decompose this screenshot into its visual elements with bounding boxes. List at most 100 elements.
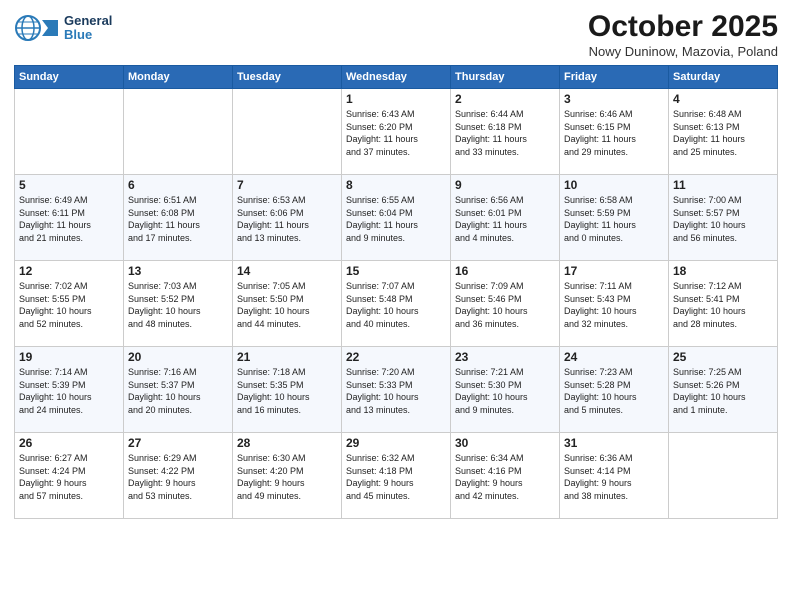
day-number: 8 (346, 178, 446, 192)
col-sunday: Sunday (15, 66, 124, 89)
calendar-cell: 18Sunrise: 7:12 AM Sunset: 5:41 PM Dayli… (669, 261, 778, 347)
day-info: Sunrise: 7:14 AM Sunset: 5:39 PM Dayligh… (19, 366, 119, 416)
day-info: Sunrise: 6:58 AM Sunset: 5:59 PM Dayligh… (564, 194, 664, 244)
day-info: Sunrise: 7:16 AM Sunset: 5:37 PM Dayligh… (128, 366, 228, 416)
day-info: Sunrise: 7:11 AM Sunset: 5:43 PM Dayligh… (564, 280, 664, 330)
calendar-header-row: Sunday Monday Tuesday Wednesday Thursday… (15, 66, 778, 89)
calendar-cell: 5Sunrise: 6:49 AM Sunset: 6:11 PM Daylig… (15, 175, 124, 261)
day-info: Sunrise: 6:43 AM Sunset: 6:20 PM Dayligh… (346, 108, 446, 158)
calendar-cell: 22Sunrise: 7:20 AM Sunset: 5:33 PM Dayli… (342, 347, 451, 433)
day-number: 10 (564, 178, 664, 192)
calendar-cell: 16 Sunrise: 7:09 AM Sunset: 5:46 PM Dayli… (451, 261, 560, 347)
day-info: Sunrise: 7:03 AM Sunset: 5:52 PM Dayligh… (128, 280, 228, 330)
calendar-week-1: 1 Sunrise: 6:43 AM Sunset: 6:20 PM Daylig… (15, 89, 778, 175)
calendar-cell: 14 Sunrise: 7:05 AM Sunset: 5:50 PM Dayli… (233, 261, 342, 347)
day-info: Sunrise: 7:21 AM Sunset: 5:30 PM Dayligh… (455, 366, 555, 416)
calendar-cell: 12Sunrise: 7:02 AM Sunset: 5:55 PM Dayli… (15, 261, 124, 347)
calendar-cell: 9 Sunrise: 6:56 AM Sunset: 6:01 PM Daylig… (451, 175, 560, 261)
day-number: 28 (237, 436, 337, 450)
day-info: Sunrise: 7:07 AM Sunset: 5:48 PM Dayligh… (346, 280, 446, 330)
day-info: Sunrise: 6:34 AM Sunset: 4:16 PM Dayligh… (455, 452, 555, 502)
day-info: Sunrise: 7:05 AM Sunset: 5:50 PM Dayligh… (237, 280, 337, 330)
day-info: Sunrise: 6:48 AM Sunset: 6:13 PM Dayligh… (673, 108, 773, 158)
calendar-cell: 28Sunrise: 6:30 AM Sunset: 4:20 PM Dayli… (233, 433, 342, 519)
day-info: Sunrise: 7:00 AM Sunset: 5:57 PM Dayligh… (673, 194, 773, 244)
calendar-cell: 7 Sunrise: 6:53 AM Sunset: 6:06 PM Daylig… (233, 175, 342, 261)
calendar-cell: 20 Sunrise: 7:16 AM Sunset: 5:37 PM Dayli… (124, 347, 233, 433)
calendar-cell: 6 Sunrise: 6:51 AM Sunset: 6:08 PM Daylig… (124, 175, 233, 261)
day-number: 1 (346, 92, 446, 106)
calendar-cell: 17 Sunrise: 7:11 AM Sunset: 5:43 PM Dayli… (560, 261, 669, 347)
day-info: Sunrise: 6:55 AM Sunset: 6:04 PM Dayligh… (346, 194, 446, 244)
month-title: October 2025 (588, 10, 778, 44)
calendar-cell: 3Sunrise: 6:46 AM Sunset: 6:15 PM Daylig… (560, 89, 669, 175)
day-number: 11 (673, 178, 773, 192)
logo-text: General Blue (64, 14, 112, 43)
calendar-cell: 2 Sunrise: 6:44 AM Sunset: 6:18 PM Daylig… (451, 89, 560, 175)
logo: General Blue (14, 10, 112, 46)
calendar-cell: 10 Sunrise: 6:58 AM Sunset: 5:59 PM Dayli… (560, 175, 669, 261)
day-info: Sunrise: 7:18 AM Sunset: 5:35 PM Dayligh… (237, 366, 337, 416)
calendar-cell: 23 Sunrise: 7:21 AM Sunset: 5:30 PM Dayli… (451, 347, 560, 433)
page: General Blue October 2025 Nowy Duninow, … (0, 0, 792, 612)
col-tuesday: Tuesday (233, 66, 342, 89)
calendar-cell: 24Sunrise: 7:23 AM Sunset: 5:28 PM Dayli… (560, 347, 669, 433)
day-number: 14 (237, 264, 337, 278)
day-info: Sunrise: 6:32 AM Sunset: 4:18 PM Dayligh… (346, 452, 446, 502)
day-info: Sunrise: 7:23 AM Sunset: 5:28 PM Dayligh… (564, 366, 664, 416)
calendar-cell: 29 Sunrise: 6:32 AM Sunset: 4:18 PM Dayli… (342, 433, 451, 519)
logo-line1: General (64, 14, 112, 28)
day-number: 25 (673, 350, 773, 364)
day-number: 16 (455, 264, 555, 278)
day-info: Sunrise: 7:09 AM Sunset: 5:46 PM Dayligh… (455, 280, 555, 330)
day-info: Sunrise: 6:49 AM Sunset: 6:11 PM Dayligh… (19, 194, 119, 244)
calendar-cell: 15 Sunrise: 7:07 AM Sunset: 5:48 PM Dayli… (342, 261, 451, 347)
header: General Blue October 2025 Nowy Duninow, … (14, 10, 778, 59)
day-number: 13 (128, 264, 228, 278)
logo-line2: Blue (64, 28, 112, 42)
calendar-cell: 11 Sunrise: 7:00 AM Sunset: 5:57 PM Dayli… (669, 175, 778, 261)
day-number: 7 (237, 178, 337, 192)
calendar-cell: 1 Sunrise: 6:43 AM Sunset: 6:20 PM Daylig… (342, 89, 451, 175)
day-info: Sunrise: 6:56 AM Sunset: 6:01 PM Dayligh… (455, 194, 555, 244)
calendar-week-5: 26Sunrise: 6:27 AM Sunset: 4:24 PM Dayli… (15, 433, 778, 519)
day-number: 20 (128, 350, 228, 364)
logo-icon (14, 10, 58, 46)
day-info: Sunrise: 7:12 AM Sunset: 5:41 PM Dayligh… (673, 280, 773, 330)
day-number: 27 (128, 436, 228, 450)
calendar-week-3: 12Sunrise: 7:02 AM Sunset: 5:55 PM Dayli… (15, 261, 778, 347)
col-thursday: Thursday (451, 66, 560, 89)
calendar-cell: 31 Sunrise: 6:36 AM Sunset: 4:14 PM Dayli… (560, 433, 669, 519)
day-number: 23 (455, 350, 555, 364)
day-info: Sunrise: 6:36 AM Sunset: 4:14 PM Dayligh… (564, 452, 664, 502)
calendar-cell: 26Sunrise: 6:27 AM Sunset: 4:24 PM Dayli… (15, 433, 124, 519)
calendar-cell (15, 89, 124, 175)
day-number: 6 (128, 178, 228, 192)
day-number: 15 (346, 264, 446, 278)
day-number: 12 (19, 264, 119, 278)
day-info: Sunrise: 7:25 AM Sunset: 5:26 PM Dayligh… (673, 366, 773, 416)
calendar-cell (233, 89, 342, 175)
day-number: 26 (19, 436, 119, 450)
calendar-cell: 30 Sunrise: 6:34 AM Sunset: 4:16 PM Dayli… (451, 433, 560, 519)
calendar-cell: 13 Sunrise: 7:03 AM Sunset: 5:52 PM Dayli… (124, 261, 233, 347)
location-subtitle: Nowy Duninow, Mazovia, Poland (588, 44, 778, 59)
day-info: Sunrise: 6:44 AM Sunset: 6:18 PM Dayligh… (455, 108, 555, 158)
calendar-cell: 21 Sunrise: 7:18 AM Sunset: 5:35 PM Dayli… (233, 347, 342, 433)
day-number: 19 (19, 350, 119, 364)
day-info: Sunrise: 6:53 AM Sunset: 6:06 PM Dayligh… (237, 194, 337, 244)
day-number: 30 (455, 436, 555, 450)
day-info: Sunrise: 6:51 AM Sunset: 6:08 PM Dayligh… (128, 194, 228, 244)
day-number: 21 (237, 350, 337, 364)
day-info: Sunrise: 6:29 AM Sunset: 4:22 PM Dayligh… (128, 452, 228, 502)
calendar-cell: 19 Sunrise: 7:14 AM Sunset: 5:39 PM Dayli… (15, 347, 124, 433)
day-number: 22 (346, 350, 446, 364)
col-saturday: Saturday (669, 66, 778, 89)
day-number: 9 (455, 178, 555, 192)
day-number: 31 (564, 436, 664, 450)
day-number: 2 (455, 92, 555, 106)
col-monday: Monday (124, 66, 233, 89)
day-number: 29 (346, 436, 446, 450)
day-number: 17 (564, 264, 664, 278)
calendar-cell: 8 Sunrise: 6:55 AM Sunset: 6:04 PM Daylig… (342, 175, 451, 261)
